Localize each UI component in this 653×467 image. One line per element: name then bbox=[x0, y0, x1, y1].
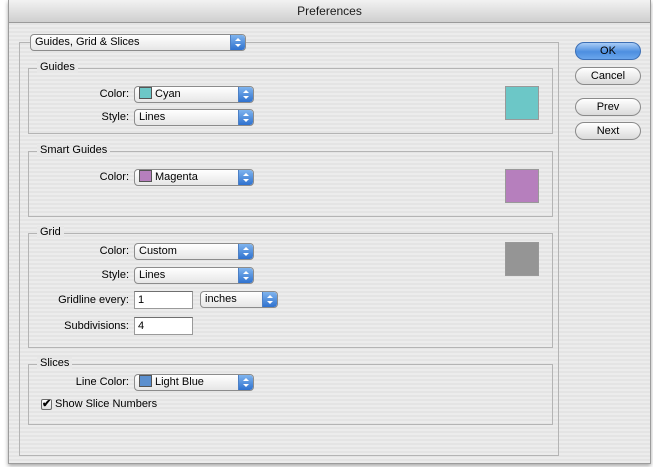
grid-color-select[interactable]: Custom bbox=[134, 243, 254, 260]
popup-arrows-icon bbox=[262, 292, 277, 307]
gridline-every-field[interactable]: 1 bbox=[134, 291, 193, 309]
popup-arrows-icon bbox=[230, 35, 245, 50]
smart-guides-color-value: Magenta bbox=[155, 171, 198, 183]
guides-color-label: Color: bbox=[99, 88, 129, 100]
magenta-swatch-icon bbox=[139, 170, 152, 183]
slices-group bbox=[28, 364, 553, 425]
guides-style-value: Lines bbox=[139, 111, 166, 123]
grid-style-select[interactable]: Lines bbox=[134, 267, 254, 284]
cyan-swatch-icon bbox=[139, 87, 152, 100]
guides-style-label: Style: bbox=[101, 111, 129, 123]
guides-color-value: Cyan bbox=[155, 88, 181, 100]
grid-style-label: Style: bbox=[101, 269, 129, 281]
guides-group bbox=[28, 68, 553, 134]
popup-arrows-icon bbox=[238, 110, 253, 125]
gridline-every-label: Gridline every: bbox=[58, 294, 129, 306]
slices-line-color-label: Line Color: bbox=[75, 376, 129, 388]
prev-button[interactable]: Prev bbox=[575, 98, 641, 116]
light-blue-swatch-icon bbox=[139, 375, 152, 388]
popup-arrows-icon bbox=[238, 87, 253, 102]
subdivisions-field[interactable]: 4 bbox=[134, 317, 193, 335]
guides-style-select[interactable]: Lines bbox=[134, 109, 254, 126]
guides-title: Guides bbox=[37, 61, 78, 73]
section-select[interactable]: Guides, Grid & Slices bbox=[30, 34, 246, 51]
slices-title: Slices bbox=[37, 357, 73, 369]
ok-button[interactable]: OK bbox=[575, 42, 641, 60]
subdivisions-label: Subdivisions: bbox=[64, 320, 129, 332]
popup-arrows-icon bbox=[238, 170, 253, 185]
grid-style-value: Lines bbox=[139, 269, 166, 281]
guides-color-preview[interactable] bbox=[505, 86, 539, 120]
gridline-unit-select[interactable]: inches bbox=[200, 291, 278, 308]
popup-arrows-icon bbox=[238, 375, 253, 390]
show-slice-numbers-label: Show Slice Numbers bbox=[55, 398, 158, 410]
popup-arrows-icon bbox=[238, 268, 253, 283]
next-button[interactable]: Next bbox=[575, 122, 641, 140]
grid-color-preview[interactable] bbox=[505, 242, 539, 276]
smart-guides-group bbox=[28, 151, 553, 217]
preferences-dialog: Preferences Guides, Grid & Slices Guides… bbox=[8, 0, 651, 464]
dialog-content: Guides, Grid & Slices Guides Color: Cyan… bbox=[9, 23, 650, 463]
grid-color-value: Custom bbox=[139, 245, 177, 257]
grid-title: Grid bbox=[37, 226, 64, 238]
grid-color-label: Color: bbox=[99, 245, 129, 257]
cancel-button[interactable]: Cancel bbox=[575, 67, 641, 85]
section-select-value: Guides, Grid & Slices bbox=[35, 36, 140, 48]
show-slice-numbers-checkbox[interactable]: ✔ bbox=[41, 399, 52, 410]
smart-guides-color-preview[interactable] bbox=[505, 169, 539, 203]
gridline-unit-value: inches bbox=[205, 293, 237, 305]
slices-line-color-value: Light Blue bbox=[155, 376, 204, 388]
window-title: Preferences bbox=[9, 0, 650, 23]
popup-arrows-icon bbox=[238, 244, 253, 259]
smart-guides-color-label: Color: bbox=[99, 171, 129, 183]
slices-line-color-select[interactable]: Light Blue bbox=[134, 374, 254, 391]
smart-guides-color-select[interactable]: Magenta bbox=[134, 169, 254, 186]
smart-guides-title: Smart Guides bbox=[37, 144, 111, 156]
guides-color-select[interactable]: Cyan bbox=[134, 86, 254, 103]
